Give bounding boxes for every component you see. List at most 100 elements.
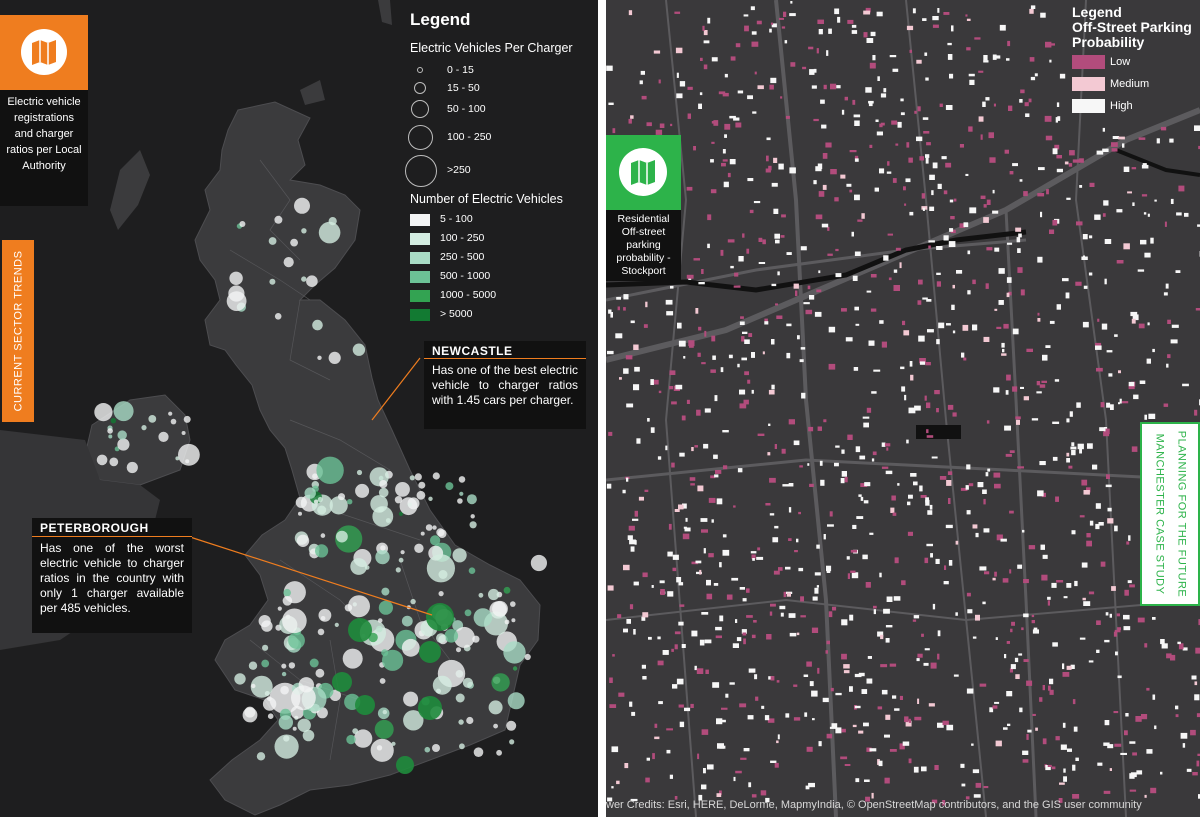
building: [834, 8, 840, 15]
building: [1169, 138, 1174, 143]
building: [722, 549, 730, 556]
building: [1082, 597, 1086, 601]
building: [841, 308, 847, 312]
building: [966, 592, 971, 597]
building: [1102, 148, 1109, 152]
building: [624, 763, 629, 769]
building: [752, 558, 755, 561]
building: [1079, 185, 1083, 188]
building: [965, 485, 969, 490]
building: [707, 764, 714, 770]
building: [807, 463, 810, 466]
building: [934, 390, 940, 395]
building: [869, 62, 876, 69]
building: [781, 448, 786, 454]
building: [1086, 540, 1092, 547]
building: [843, 670, 850, 674]
building: [1073, 726, 1078, 732]
building: [937, 653, 940, 660]
building: [1052, 421, 1060, 424]
tab-current-sector-trends[interactable]: CURRENT SECTOR TRENDS: [2, 240, 34, 422]
building: [800, 615, 806, 618]
building: [1030, 76, 1036, 81]
building: [1023, 659, 1029, 662]
building: [676, 678, 684, 685]
building: [926, 299, 932, 302]
building: [741, 336, 745, 342]
building: [767, 452, 771, 456]
building: [629, 701, 633, 707]
building: [711, 57, 718, 62]
building: [1129, 789, 1137, 792]
building: [917, 653, 923, 658]
building: [852, 275, 858, 281]
building: [908, 494, 913, 499]
building: [736, 637, 742, 642]
building: [1030, 5, 1036, 9]
building: [615, 333, 623, 339]
building: [628, 118, 632, 124]
building: [1077, 443, 1084, 450]
building: [701, 362, 706, 365]
building: [908, 157, 913, 163]
building: [868, 340, 875, 346]
building: [1152, 694, 1156, 700]
building: [894, 708, 900, 711]
building: [866, 407, 872, 413]
building: [803, 674, 809, 677]
building: [751, 31, 757, 35]
building: [814, 572, 821, 576]
building: [698, 282, 705, 285]
tab-planning-for-the-future[interactable]: PLANNING FOR THE FUTURE MANCHESTER CASE …: [1140, 422, 1200, 606]
building: [1160, 771, 1163, 775]
building: [683, 526, 687, 529]
building: [739, 389, 746, 395]
building: [746, 615, 753, 618]
building: [742, 598, 747, 602]
building: [864, 779, 870, 782]
building: [701, 784, 707, 790]
building: [1144, 252, 1151, 258]
building: [895, 143, 899, 146]
building: [769, 611, 773, 616]
building: [972, 769, 980, 774]
building: [764, 318, 768, 322]
building: [1072, 159, 1080, 163]
building: [928, 703, 935, 707]
building: [893, 596, 901, 601]
building: [884, 777, 890, 784]
building: [623, 307, 626, 311]
building: [1017, 466, 1024, 469]
ratio-symbol-2: [414, 82, 426, 94]
building: [646, 757, 650, 761]
building: [893, 269, 898, 273]
building: [947, 42, 952, 46]
building: [1007, 40, 1011, 47]
building: [945, 105, 953, 110]
building: [1006, 691, 1013, 697]
building: [998, 268, 1005, 274]
building: [825, 142, 832, 148]
building: [1164, 221, 1167, 227]
building: [983, 528, 990, 533]
building: [863, 722, 869, 727]
building: [636, 438, 641, 444]
building: [1051, 582, 1057, 588]
building: [863, 32, 868, 38]
building: [1007, 723, 1011, 726]
newcastle-leader: [371, 357, 421, 421]
building: [693, 258, 700, 261]
building: [844, 96, 848, 101]
building: [1056, 102, 1060, 107]
building: [1182, 743, 1186, 748]
building: [967, 609, 973, 614]
building: [1010, 628, 1013, 633]
building: [752, 111, 757, 114]
building: [701, 269, 704, 274]
building: [916, 136, 923, 142]
building: [806, 746, 813, 752]
building: [1019, 179, 1023, 182]
building: [785, 566, 791, 570]
building: [723, 181, 729, 188]
building: [813, 118, 819, 122]
